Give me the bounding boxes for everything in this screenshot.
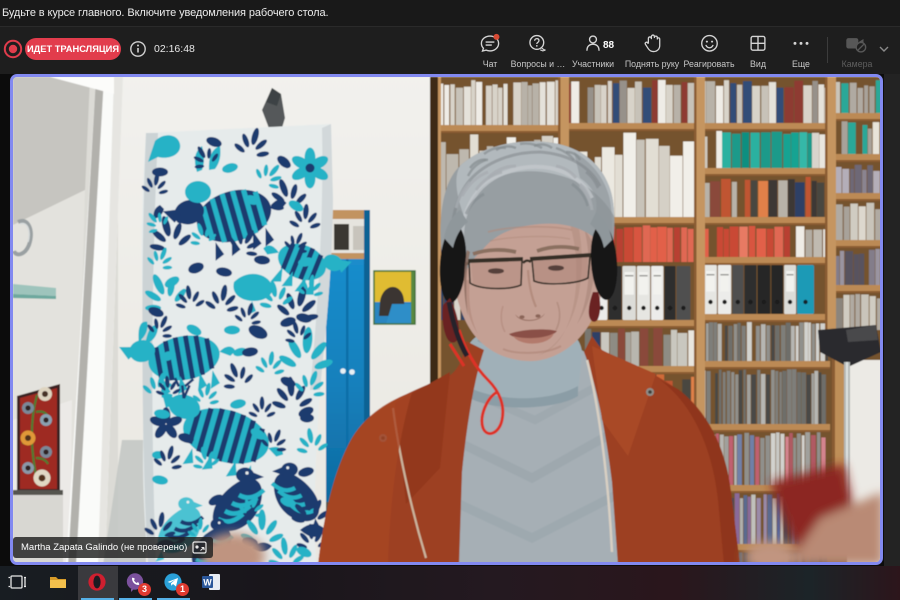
svg-text:W: W bbox=[203, 578, 212, 588]
